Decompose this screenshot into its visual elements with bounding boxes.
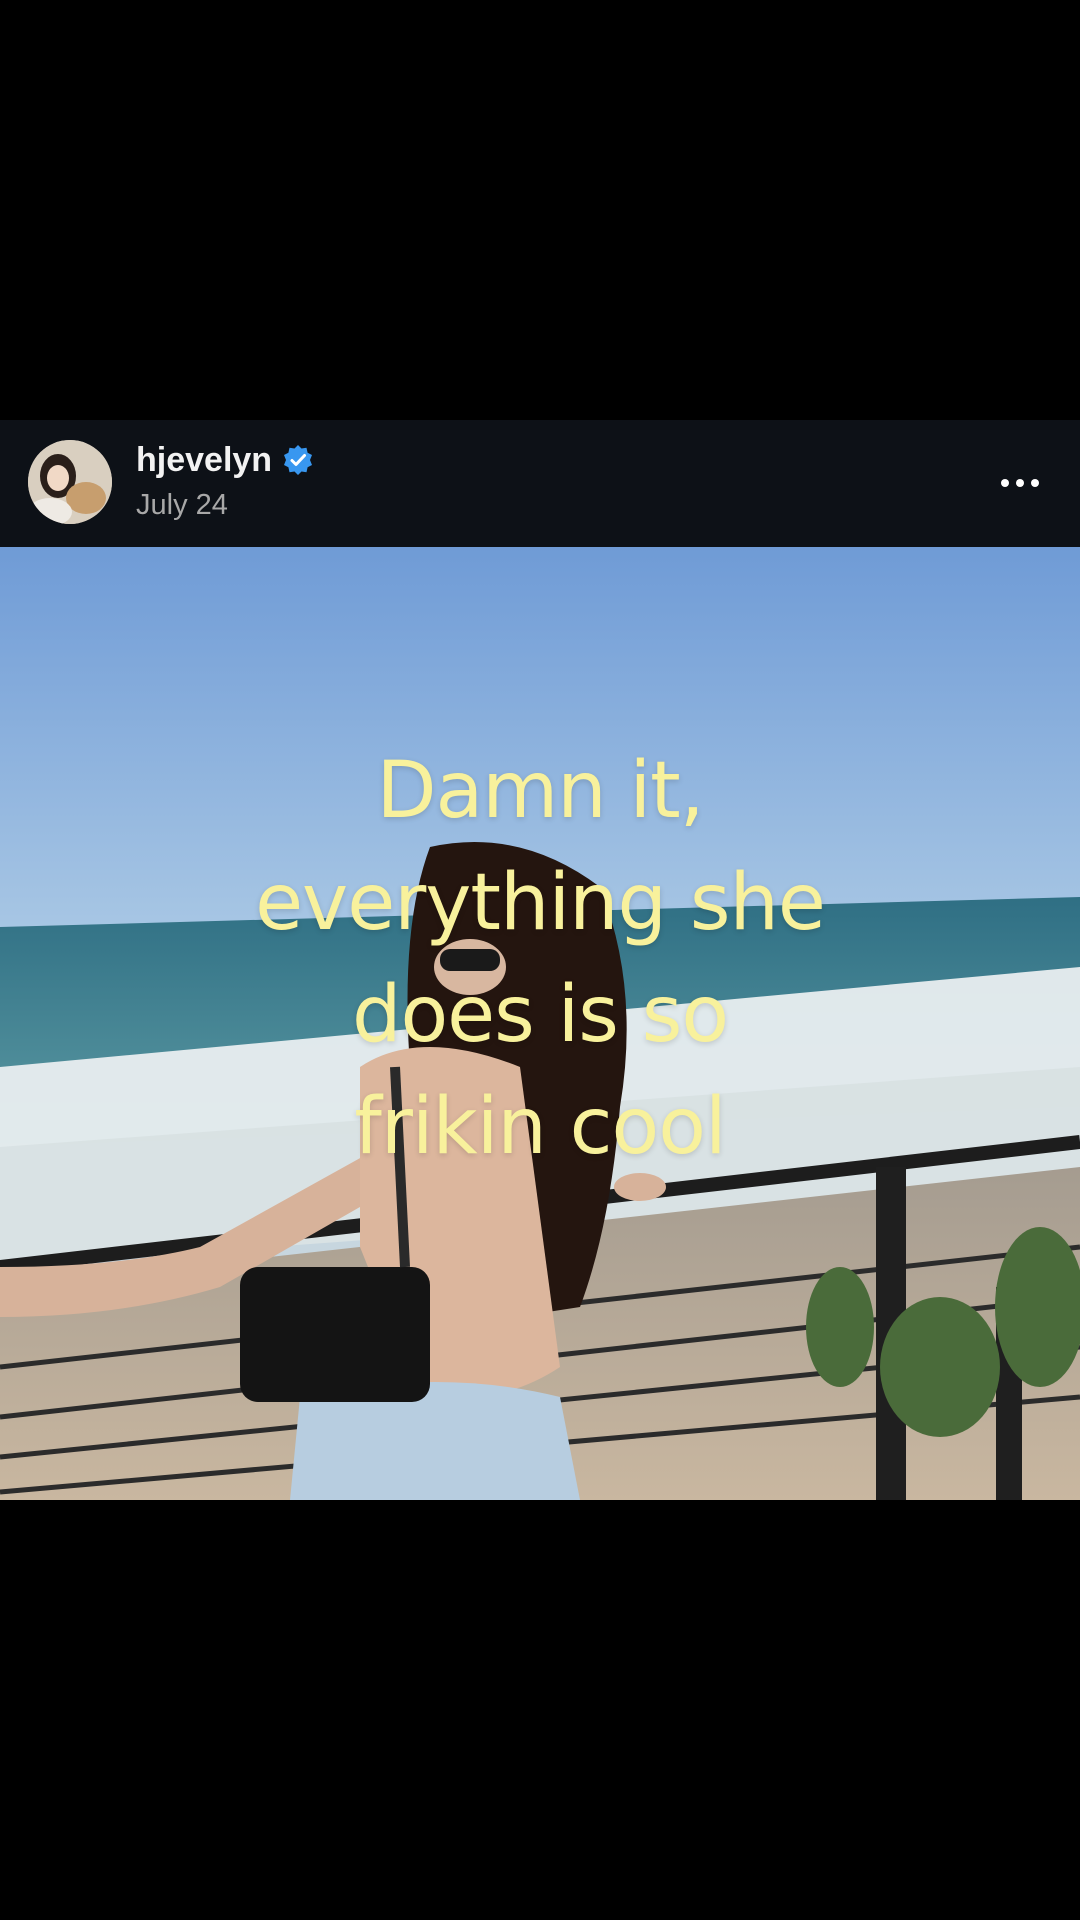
username-row: hjevelyn xyxy=(136,440,314,480)
overlay-caption: Damn it, everything she does is so friki… xyxy=(0,735,1080,1183)
profile-avatar[interactable] xyxy=(28,440,112,524)
caption-line: does is so xyxy=(351,970,729,1060)
post-header: hjevelyn July 24 xyxy=(0,420,1080,547)
caption-line: everything she xyxy=(255,858,826,948)
more-options-icon[interactable] xyxy=(990,456,1050,510)
verified-badge-icon xyxy=(282,444,314,476)
username[interactable]: hjevelyn xyxy=(136,440,272,480)
caption-line: Damn it, xyxy=(376,746,704,836)
caption-line: frikin cool xyxy=(354,1082,726,1172)
post-photo[interactable]: Damn it, everything she does is so friki… xyxy=(0,547,1080,1500)
post-date: July 24 xyxy=(136,489,228,521)
